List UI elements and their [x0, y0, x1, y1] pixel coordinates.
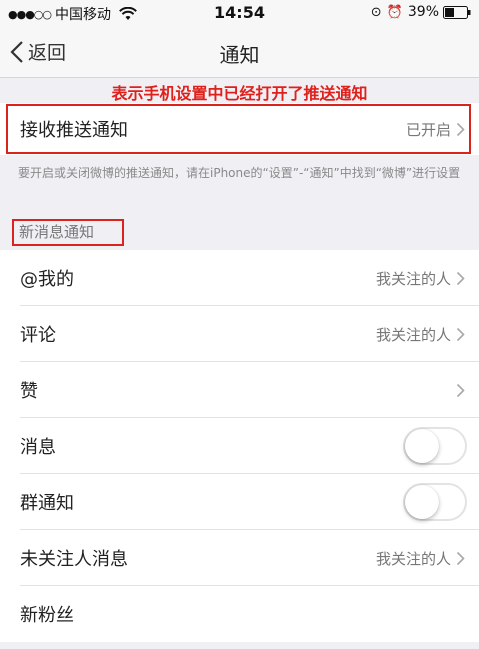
status-left: ●●●○○ 中国移动 — [8, 4, 137, 24]
battery-icon — [443, 5, 471, 19]
row-value: 我关注的人 — [375, 549, 451, 568]
status-bar: ●●●○○ 中国移动 14:54 ⊙ ⏰ 39% — [0, 0, 479, 26]
receive-push-row[interactable]: 接收推送通知 已开启 — [0, 103, 479, 155]
row-value: 已开启 — [405, 120, 451, 139]
section-header: 新消息通知 — [12, 219, 124, 246]
chevron-right-icon — [456, 122, 465, 136]
row-group-notifications: 群通知 — [0, 474, 479, 530]
row-likes[interactable]: 赞 — [0, 362, 479, 418]
row-label: 群通知 — [20, 493, 74, 514]
chevron-right-icon — [456, 327, 465, 341]
toggle-knob — [405, 485, 439, 519]
chevron-right-icon — [456, 383, 465, 397]
row-value: 我关注的人 — [375, 325, 451, 344]
row-comments[interactable]: 评论 我关注的人 — [0, 306, 479, 362]
annotation-text: 表示手机设置中已经打开了推送通知 — [111, 84, 368, 103]
row-label: 未关注人消息 — [20, 549, 128, 570]
row-messages: 消息 — [0, 418, 479, 474]
row-label: 赞 — [20, 381, 38, 402]
carrier-name: 中国移动 — [55, 7, 111, 23]
row-label: 评论 — [20, 325, 56, 346]
wifi-icon — [119, 7, 137, 20]
alarm-icon: ⏰ — [386, 4, 403, 20]
row-label: @我的 — [20, 269, 74, 290]
bottom-background — [0, 642, 479, 649]
notification-settings-screen: ●●●○○ 中国移动 14:54 ⊙ ⏰ 39% 返回 通知 表示手机设置中已经… — [0, 0, 479, 649]
row-label: 新粉丝 — [20, 605, 74, 626]
rotation-lock-icon: ⊙ — [370, 4, 382, 20]
row-stranger-messages[interactable]: 未关注人消息 我关注的人 — [0, 530, 479, 586]
signal-strength-icon: ●●●○○ — [8, 7, 52, 21]
row-label: 消息 — [20, 437, 56, 458]
messages-toggle[interactable] — [403, 427, 467, 465]
toggle-knob — [405, 429, 439, 463]
navigation-bar: 返回 通知 — [0, 26, 479, 78]
back-button[interactable]: 返回 — [10, 38, 66, 65]
group-notifications-toggle[interactable] — [403, 483, 467, 521]
row-new-followers[interactable]: 新粉丝 — [0, 586, 479, 642]
page-title: 通知 — [219, 43, 260, 67]
chevron-left-icon — [10, 40, 23, 63]
back-label: 返回 — [28, 42, 67, 64]
battery-percentage: 39% — [407, 4, 439, 20]
row-mentions[interactable]: @我的 我关注的人 — [0, 250, 479, 306]
row-label: 接收推送通知 — [20, 120, 128, 141]
chevron-right-icon — [456, 271, 465, 285]
status-right: ⊙ ⏰ 39% — [371, 4, 471, 20]
chevron-right-icon — [456, 551, 465, 565]
hint-text: 要开启或关闭微博的推送通知，请在iPhone的“设置”-“通知”中找到“微博”进… — [18, 166, 461, 180]
row-value: 我关注的人 — [375, 269, 451, 288]
